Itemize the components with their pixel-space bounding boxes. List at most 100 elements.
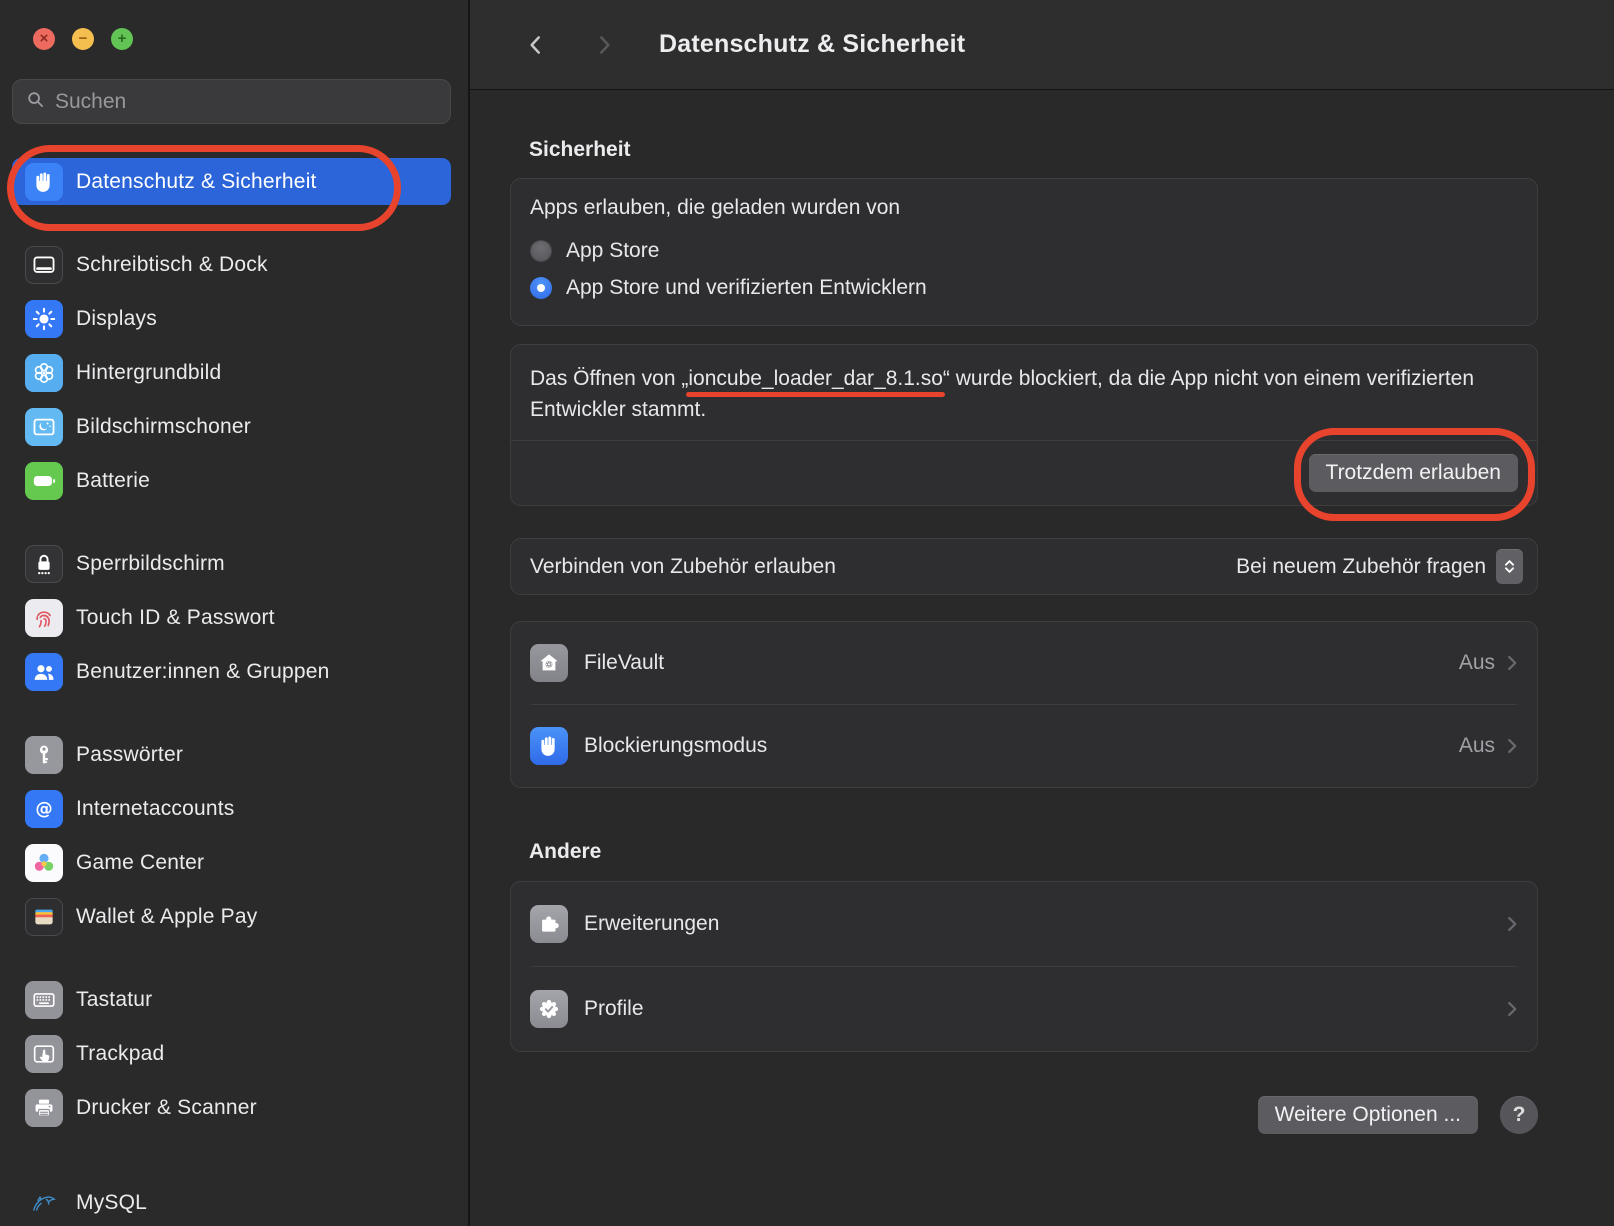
sidebar-item-label: Drucker & Scanner <box>76 1096 257 1120</box>
help-button[interactable]: ? <box>1500 1096 1538 1134</box>
sidebar-item-wallpaper[interactable]: Hintergrundbild <box>12 349 451 396</box>
search-field[interactable] <box>12 79 451 124</box>
sidebar-item-label: Tastatur <box>76 988 152 1012</box>
sidebar-item-displays[interactable]: Displays <box>12 295 451 342</box>
chevron-up-down-icon[interactable] <box>1496 549 1523 584</box>
search-input[interactable] <box>55 90 438 114</box>
sidebar-item-game-center[interactable]: Game Center <box>12 839 451 886</box>
lockdown-mode-icon <box>530 727 568 765</box>
sidebar-item-label: Batterie <box>76 469 150 493</box>
window-controls: × − + <box>33 28 451 50</box>
filevault-row[interactable]: FileVault Aus <box>511 622 1537 704</box>
accessories-value: Bei neuem Zubehör fragen <box>1236 555 1486 579</box>
sidebar-item-privacy-security[interactable]: Datenschutz & Sicherheit <box>12 158 451 205</box>
sidebar-item-lock-screen[interactable]: Sperrbildschirm <box>12 540 451 587</box>
security-features-card: FileVault Aus Blockierungsmodus Aus <box>510 621 1538 788</box>
back-button[interactable] <box>519 28 553 62</box>
zoom-button[interactable]: + <box>111 28 133 50</box>
sidebar-list: Datenschutz & Sicherheit Schreibtisch & D… <box>12 158 451 1226</box>
radio-button[interactable] <box>530 240 552 262</box>
lockdown-mode-row[interactable]: Blockierungsmodus Aus <box>511 705 1537 787</box>
printer-icon <box>25 1089 63 1127</box>
sidebar-item-mysql[interactable]: MySQL <box>12 1179 451 1226</box>
sidebar-item-label: Datenschutz & Sicherheit <box>76 170 317 194</box>
extensions-row[interactable]: Erweiterungen <box>511 882 1537 966</box>
sidebar-item-trackpad[interactable]: Trackpad <box>12 1030 451 1077</box>
sidebar-item-desktop-dock[interactable]: Schreibtisch & Dock <box>12 241 451 288</box>
system-settings-window: × − + Datenschutz & Sicherheit Schreibtis… <box>0 0 1614 1226</box>
blocked-app-message: Das Öffnen von „ioncube_loader_dar_8.1.s… <box>511 363 1511 425</box>
sidebar-item-keyboard[interactable]: Tastatur <box>12 976 451 1023</box>
lock-icon <box>25 545 63 583</box>
profiles-row[interactable]: Profile <box>511 967 1537 1051</box>
sidebar-item-wallet[interactable]: Wallet & Apple Pay <box>12 893 451 940</box>
allow-apps-card: Apps erlauben, die geladen wurden von Ap… <box>510 178 1538 326</box>
sidebar-item-label: Touch ID & Passwort <box>76 606 275 630</box>
extensions-icon <box>530 905 568 943</box>
other-card: Erweiterungen Profile <box>510 881 1538 1052</box>
search-icon <box>25 89 46 115</box>
users-icon <box>25 653 63 691</box>
blocked-app-card: Das Öffnen von „ioncube_loader_dar_8.1.s… <box>510 344 1538 506</box>
radio-option-app-store-verified[interactable]: App Store und verifizierten Entwicklern <box>530 269 1518 306</box>
sidebar-item-label: Benutzer:innen & Gruppen <box>76 660 329 684</box>
sidebar-group-gap <box>12 1138 451 1167</box>
sidebar-item-printers-scanners[interactable]: Drucker & Scanner <box>12 1084 451 1131</box>
more-options-button[interactable]: Weitere Optionen ... <box>1258 1096 1478 1133</box>
section-heading-other: Andere <box>529 840 1538 864</box>
section-heading-security: Sicherheit <box>529 90 1538 162</box>
radio-button[interactable] <box>530 277 552 299</box>
key-icon <box>25 736 63 774</box>
sun-icon <box>25 300 63 338</box>
sidebar-item-internet-accounts[interactable]: @Internetaccounts <box>12 785 451 832</box>
sidebar-item-label: Displays <box>76 307 157 331</box>
allow-apps-label: Apps erlauben, die geladen wurden von <box>530 196 1518 220</box>
sidebar-item-label: Hintergrundbild <box>76 361 221 385</box>
sidebar-item-label: Game Center <box>76 851 204 875</box>
screensaver-icon <box>25 408 63 446</box>
close-button[interactable]: × <box>33 28 55 50</box>
battery-icon <box>25 462 63 500</box>
navigation-header: Datenschutz & Sicherheit <box>470 0 1614 90</box>
sidebar-item-screensaver[interactable]: Bildschirmschoner <box>12 403 451 450</box>
accessories-row: Verbinden von Zubehör erlauben Bei neuem… <box>510 538 1538 595</box>
radio-option-app-store[interactable]: App Store <box>530 232 1518 269</box>
minimize-button[interactable]: − <box>72 28 94 50</box>
main-pane: Datenschutz & Sicherheit Sicherheit Apps… <box>470 0 1614 1226</box>
svg-text:@: @ <box>35 799 52 819</box>
allow-anyway-button[interactable]: Trotzdem erlauben <box>1309 454 1518 491</box>
page-title: Datenschutz & Sicherheit <box>659 30 965 59</box>
sidebar-group-gap <box>12 212 451 241</box>
chevron-right-icon <box>1501 998 1523 1020</box>
privacy-security-content: Sicherheit Apps erlauben, die geladen wu… <box>470 90 1614 1226</box>
at-icon: @ <box>25 790 63 828</box>
sidebar-item-passwords[interactable]: Passwörter <box>12 731 451 778</box>
sidebar-item-battery[interactable]: Batterie <box>12 457 451 504</box>
profiles-icon <box>530 990 568 1028</box>
lockdown-mode-status: Aus <box>1459 734 1495 758</box>
wallet-icon <box>25 898 63 936</box>
sidebar-item-label: Sperrbildschirm <box>76 552 225 576</box>
blocked-filename: ioncube_loader_dar_8.1.so <box>688 367 943 390</box>
filevault-icon <box>530 644 568 682</box>
dolphin-icon <box>25 1184 63 1222</box>
flower-icon <box>25 354 63 392</box>
hand-icon <box>25 163 63 201</box>
accessories-popup[interactable]: Bei neuem Zubehör fragen <box>1236 549 1523 584</box>
sidebar-item-label: MySQL <box>76 1191 147 1215</box>
sidebar-group-gap <box>12 702 451 731</box>
sidebar-item-touch-id[interactable]: Touch ID & Passwort <box>12 594 451 641</box>
sidebar-item-users-groups[interactable]: Benutzer:innen & Gruppen <box>12 648 451 695</box>
trackpad-icon <box>25 1035 63 1073</box>
sidebar-item-label: Schreibtisch & Dock <box>76 253 268 277</box>
forward-button[interactable] <box>587 28 621 62</box>
sidebar-group-gap <box>12 947 451 976</box>
fingerprint-icon <box>25 599 63 637</box>
keyboard-icon <box>25 981 63 1019</box>
chevron-right-icon <box>1501 652 1523 674</box>
accessories-label: Verbinden von Zubehör erlauben <box>530 555 836 579</box>
game-center-icon <box>25 844 63 882</box>
sidebar: × − + Datenschutz & Sicherheit Schreibtis… <box>0 0 470 1226</box>
footer: Weitere Optionen ... ? <box>510 1096 1538 1134</box>
sidebar-group-gap <box>12 511 451 540</box>
